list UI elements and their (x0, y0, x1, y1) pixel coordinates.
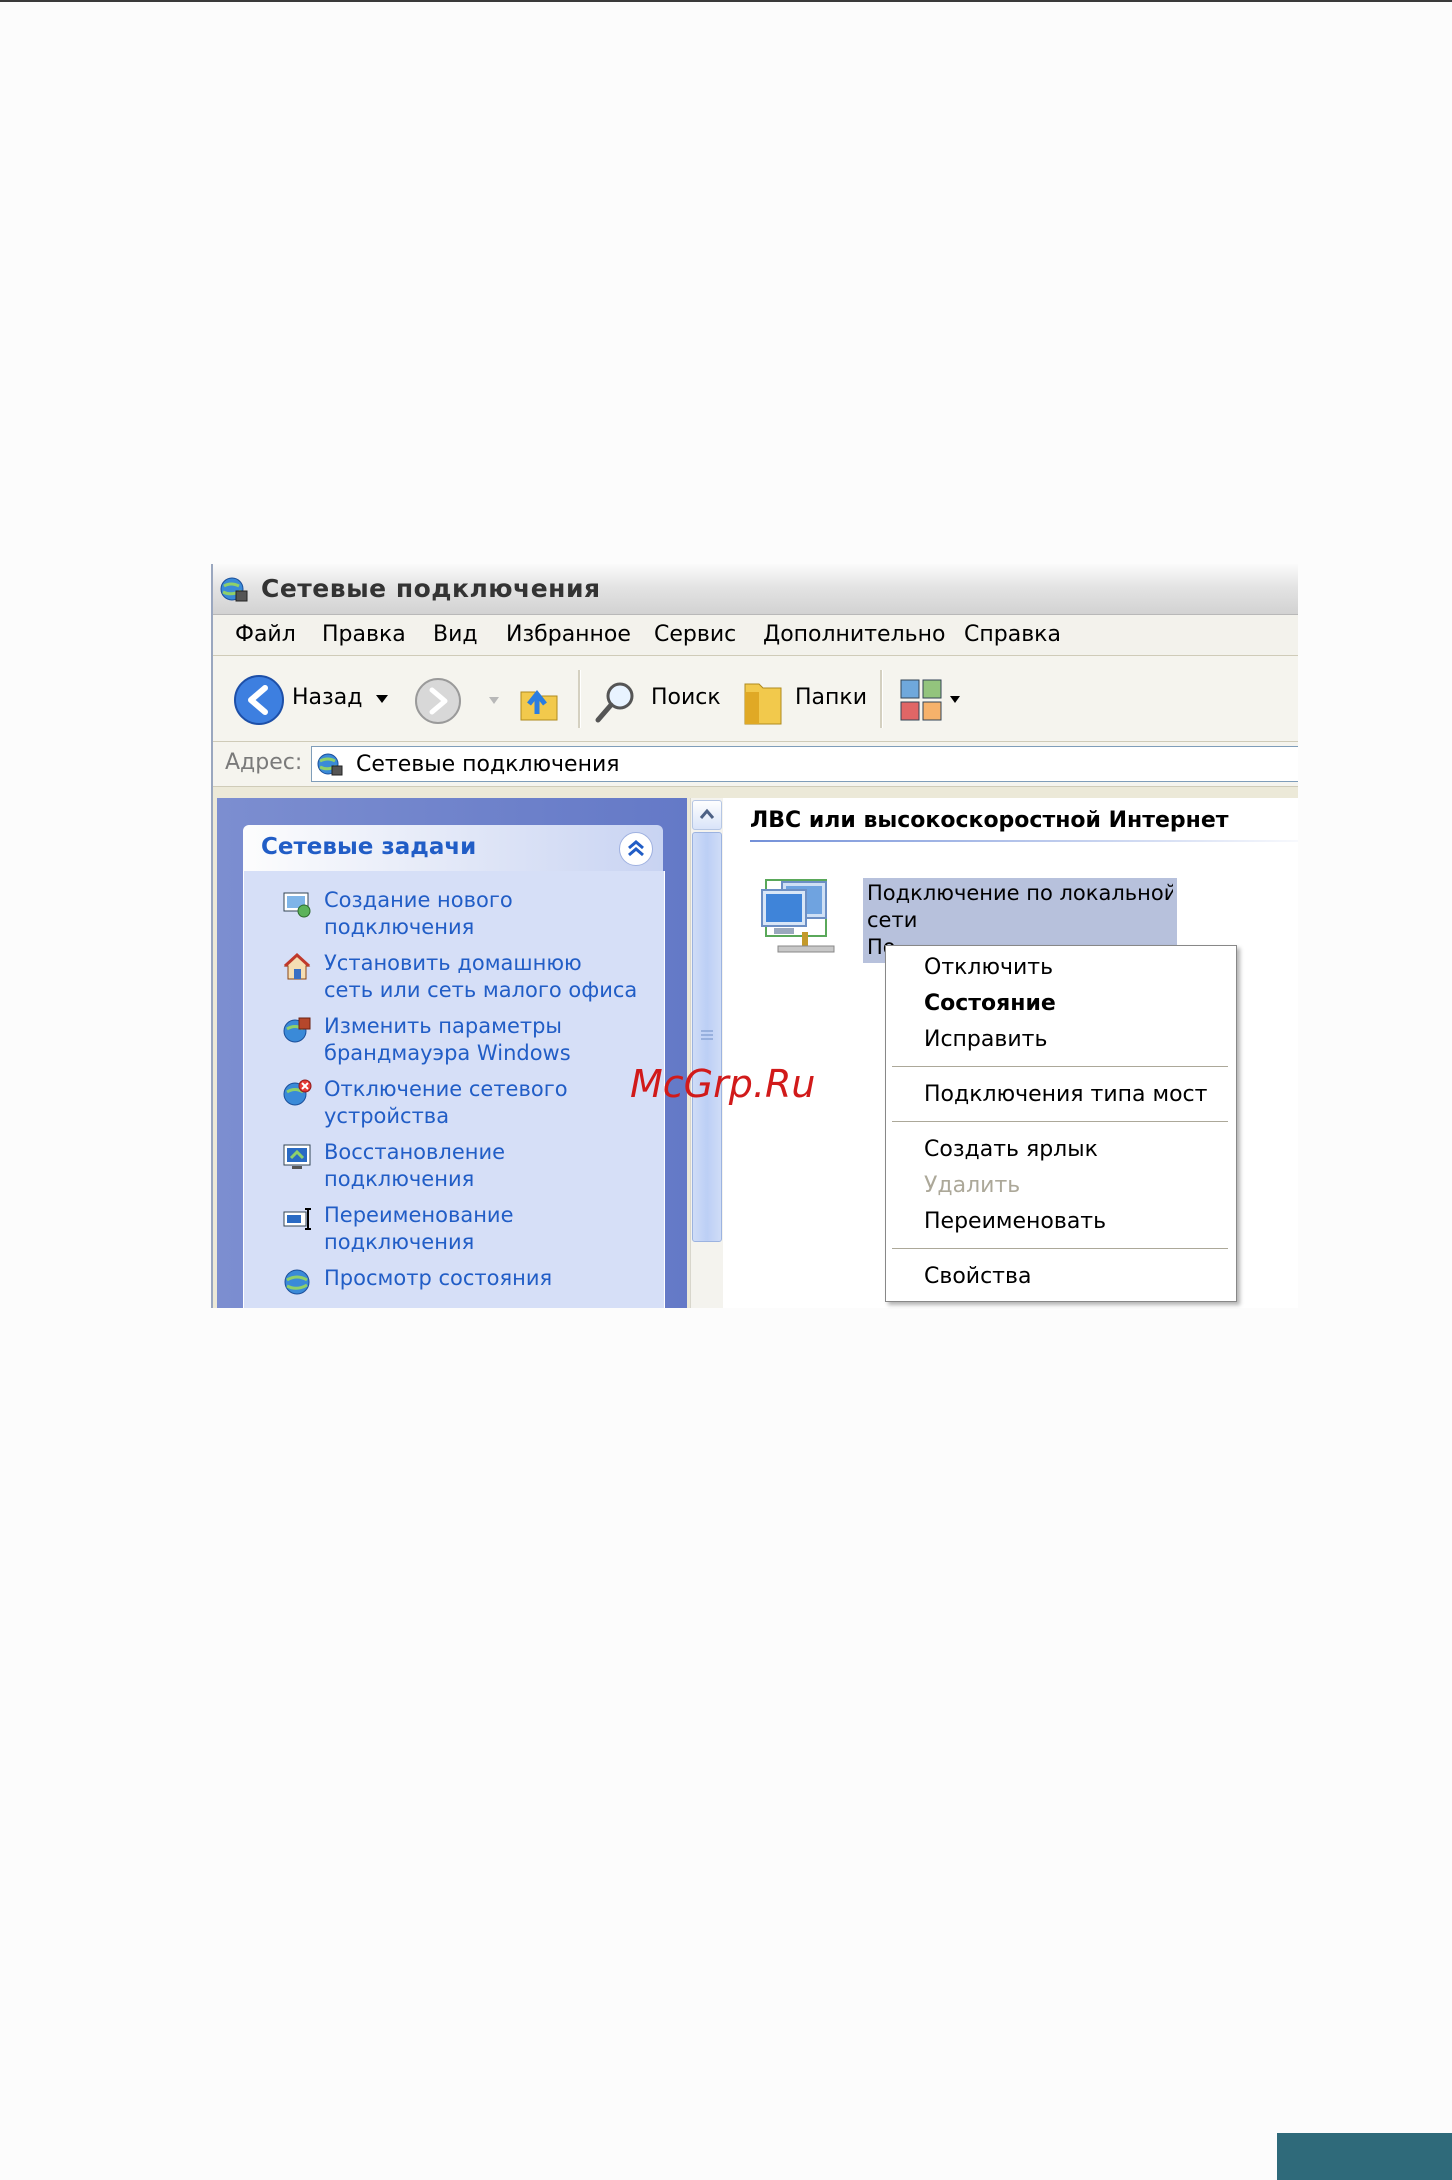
views-icon[interactable] (899, 678, 945, 724)
task-label-line2[interactable]: сеть или сеть малого офиса (324, 977, 637, 1004)
menu-item-disable[interactable]: Отключить (924, 955, 1053, 980)
context-menu: Отключить Состояние Исправить Подключени… (885, 945, 1237, 1302)
status-icon (284, 1269, 310, 1295)
back-arrow-icon[interactable] (233, 674, 285, 726)
address-value[interactable]: Сетевые подключения (356, 752, 619, 777)
task-label-line2[interactable]: подключения (324, 914, 513, 941)
menu-favorites[interactable]: Избранное (506, 622, 631, 647)
firewall-icon (283, 1017, 311, 1043)
network-tasks-header[interactable]: Сетевые задачи (243, 825, 663, 871)
folders-icon[interactable] (741, 676, 787, 728)
menu-edit[interactable]: Правка (322, 622, 406, 647)
menu-view[interactable]: Вид (433, 622, 478, 647)
title-bar: Сетевые подключения (213, 564, 1298, 615)
task-label-line1[interactable]: Восстановление (324, 1139, 505, 1166)
toolbar-separator (880, 670, 883, 728)
search-button-label[interactable]: Поиск (651, 685, 721, 710)
menu-separator (892, 1066, 1228, 1067)
task-label-line1[interactable]: Просмотр состояния (324, 1265, 552, 1292)
menu-separator (892, 1248, 1228, 1249)
address-field[interactable]: Сетевые подключения (311, 746, 1298, 782)
home-network-icon (283, 952, 311, 980)
scrollbar-thumb[interactable] (692, 832, 722, 1242)
disable-device-icon (283, 1079, 312, 1106)
views-dropdown-icon[interactable] (949, 694, 961, 704)
folder-up-icon[interactable] (515, 678, 563, 726)
toolbar: Назад Поиск Папки (213, 656, 1298, 742)
task-label-line2[interactable]: брандмауэра Windows (324, 1040, 571, 1067)
menu-file[interactable]: Файл (235, 622, 296, 647)
back-dropdown-icon[interactable] (375, 693, 389, 705)
task-label-line1[interactable]: Установить домашнюю (324, 950, 637, 977)
task-label-line1[interactable]: Создание нового (324, 887, 513, 914)
forward-dropdown-icon (489, 697, 499, 704)
menu-help[interactable]: Справка (964, 622, 1061, 647)
menu-item-bridge[interactable]: Подключения типа мост (924, 1082, 1207, 1107)
page-top-rule (0, 0, 1452, 2)
grip-icon (701, 1030, 713, 1040)
menu-item-repair[interactable]: Исправить (924, 1027, 1047, 1052)
vertical-scrollbar[interactable] (690, 798, 723, 1308)
task-label-line1[interactable]: Изменить параметры (324, 1013, 571, 1040)
scroll-up-arrow-icon[interactable] (692, 800, 722, 830)
toolbar-separator (578, 670, 581, 728)
menu-item-create-shortcut[interactable]: Создать ярлык (924, 1137, 1098, 1162)
watermark-text: McGrp.Ru (630, 1062, 816, 1106)
network-tasks-title: Сетевые задачи (261, 834, 477, 860)
task-pane: Сетевые задачи Создание нового подключени… (217, 798, 687, 1308)
window-title: Сетевые подключения (261, 574, 601, 603)
menu-item-delete: Удалить (924, 1173, 1021, 1198)
page-corner-block (1277, 2133, 1452, 2180)
repair-icon (283, 1144, 311, 1169)
rename-icon (283, 1208, 311, 1230)
menu-advanced[interactable]: Дополнительно (763, 622, 945, 647)
task-label-line2[interactable]: устройства (324, 1103, 568, 1130)
network-connections-icon (317, 753, 343, 776)
forward-arrow-icon[interactable] (413, 676, 463, 726)
address-bar: Адрес: Сетевые подключения (213, 742, 1298, 787)
task-label-line2[interactable]: подключения (324, 1229, 514, 1256)
group-header: ЛВС или высокоскоростной Интернет (750, 808, 1229, 833)
lan-connection-icon[interactable] (758, 874, 850, 966)
address-label: Адрес: (225, 750, 303, 775)
menu-item-rename[interactable]: Переименовать (924, 1209, 1106, 1234)
collapse-chevron-icon[interactable] (619, 832, 653, 866)
menu-bar: Файл Правка Вид Избранное Сервис Дополни… (213, 615, 1298, 656)
menu-item-properties[interactable]: Свойства (924, 1264, 1031, 1289)
network-tasks-list: Создание нового подключения Установить до… (243, 871, 665, 1308)
menu-separator (892, 1121, 1228, 1122)
new-connection-icon (283, 892, 311, 918)
connection-name-line1: Подключение по локальной (867, 881, 1173, 905)
menu-tools[interactable]: Сервис (654, 622, 736, 647)
group-header-underline (750, 840, 1298, 842)
folders-button-label[interactable]: Папки (795, 685, 867, 710)
back-button-label[interactable]: Назад (292, 685, 362, 710)
menu-item-status[interactable]: Состояние (924, 991, 1056, 1016)
task-label-line2[interactable]: подключения (324, 1166, 505, 1193)
search-icon[interactable] (592, 678, 640, 726)
network-connections-icon (220, 577, 248, 602)
connection-name-line2: сети (867, 908, 918, 932)
task-label-line1[interactable]: Переименование (324, 1202, 514, 1229)
task-label-line1[interactable]: Отключение сетевого (324, 1076, 568, 1103)
